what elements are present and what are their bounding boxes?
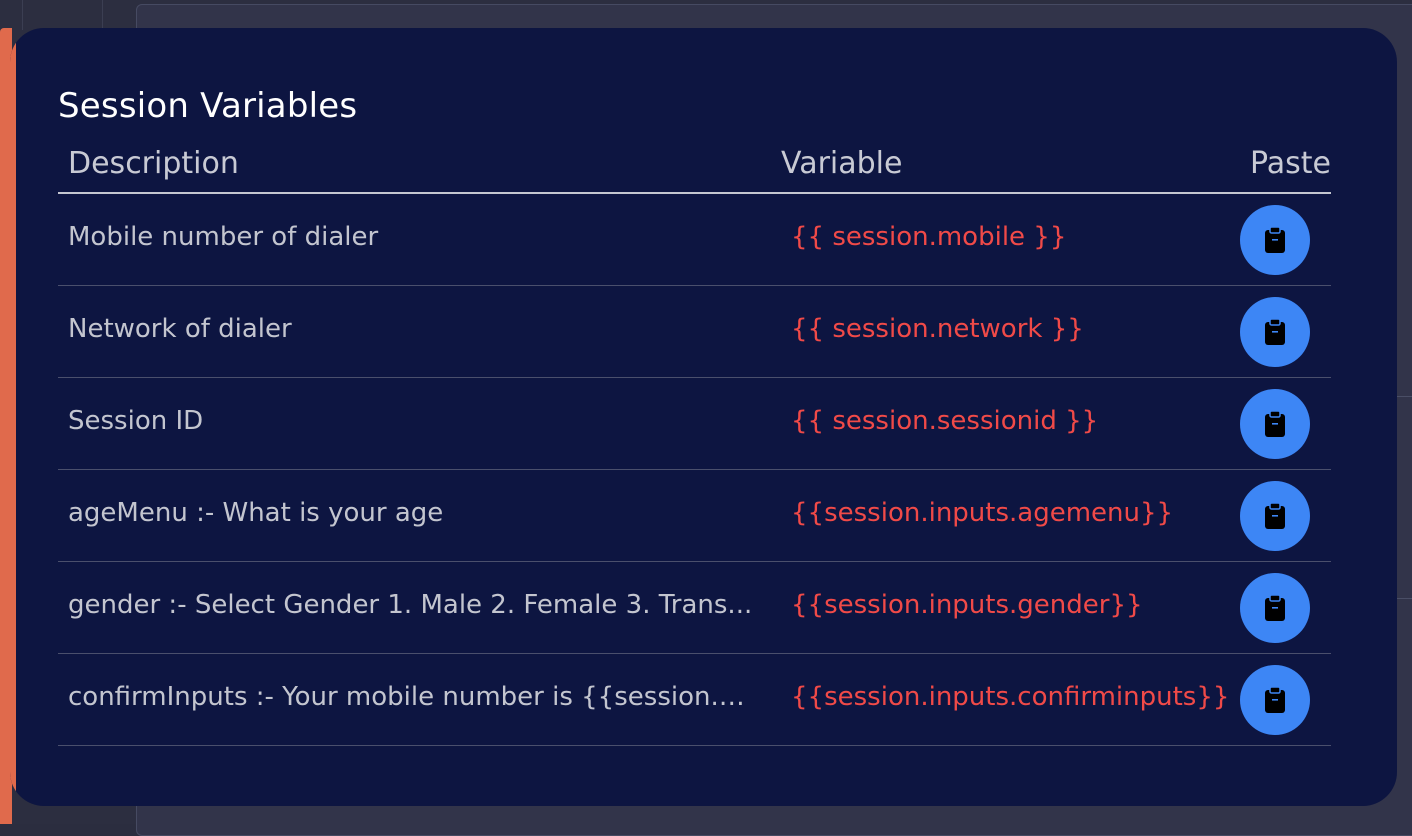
row-variable[interactable]: {{session.inputs.gender}} [791,590,1143,620]
row-description: confirmInputs :- Your mobile number is {… [68,682,758,712]
table-row: Session ID {{ session.sessionid }} [58,378,1331,470]
backdrop-divider [102,0,103,30]
row-variable[interactable]: {{session.inputs.agemenu}} [791,498,1173,528]
paste-button[interactable] [1240,573,1310,643]
table-row: confirmInputs :- Your mobile number is {… [58,654,1331,746]
paste-button[interactable] [1240,389,1310,459]
modal-title: Session Variables [58,86,358,126]
clipboard-icon [1265,502,1285,529]
clipboard-icon [1265,226,1285,253]
column-header-paste: Paste [1250,146,1331,181]
row-description: ageMenu :- What is your age [68,498,444,528]
row-variable[interactable]: {{ session.mobile }} [791,222,1066,252]
row-variable[interactable]: {{session.inputs.confirminputs}} [791,682,1229,712]
table-row: Network of dialer {{ session.network }} [58,286,1331,378]
row-variable[interactable]: {{ session.network }} [791,314,1084,344]
clipboard-icon [1265,410,1285,437]
row-description: Mobile number of dialer [68,222,379,252]
backdrop-divider [22,0,23,30]
column-header-description: Description [68,146,239,181]
paste-button[interactable] [1240,665,1310,735]
modal-accent-edge [10,28,16,806]
paste-button[interactable] [1240,297,1310,367]
clipboard-icon [1265,686,1285,713]
table-row: ageMenu :- What is your age {{session.in… [58,470,1331,562]
paste-button[interactable] [1240,205,1310,275]
row-description: Session ID [68,406,204,436]
paste-button[interactable] [1240,481,1310,551]
session-variables-table: Description Variable Paste Mobile number… [58,146,1331,746]
column-header-variable: Variable [781,146,903,181]
table-row: Mobile number of dialer {{ session.mobil… [58,194,1331,286]
clipboard-icon [1265,594,1285,621]
table-row: gender :- Select Gender 1. Male 2. Femal… [58,562,1331,654]
table-header: Description Variable Paste [58,146,1331,194]
row-description: Network of dialer [68,314,292,344]
clipboard-icon [1265,318,1285,345]
row-variable[interactable]: {{ session.sessionid }} [791,406,1098,436]
row-description: gender :- Select Gender 1. Male 2. Femal… [68,590,753,620]
session-variables-modal: Session Variables Description Variable P… [10,28,1397,806]
